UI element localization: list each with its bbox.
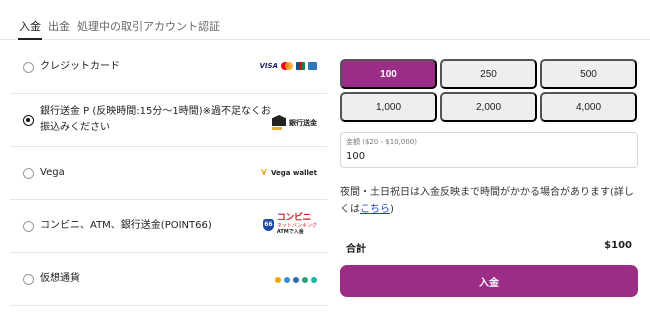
total-label: 合計 [346,244,366,255]
tab-deposit[interactable]: 入金 [19,18,41,34]
visa-logo: VISA [259,62,278,70]
amex-icon [308,62,317,70]
payment-method-vega[interactable]: Vega ⋎ Vega wallet [10,147,327,200]
radio-crypto[interactable] [23,274,34,285]
payment-method-point66[interactable]: コンビニ、ATM、銀行送金(POINT66) 66 コンビニ ネットバンキング … [10,200,327,253]
tab-account-verification[interactable]: アカウント認証 [143,18,220,34]
bank-bar [272,127,282,130]
total-value: $100 [604,240,632,251]
litecoin-icon [293,277,299,283]
method-label: Vega [40,167,65,178]
processing-time-note: 夜間・土日祝日は入金反映まで時間がかかる場合があります(詳しくはこちら) [340,184,642,218]
details-link[interactable]: こちら [360,204,390,215]
convenience-logo-atm: ATMで入金 [276,229,304,235]
method-label: 仮想通貨 [40,273,80,284]
bank-icon [272,115,286,126]
note-tail: ) [390,204,394,215]
amount-button-500[interactable]: 500 [540,59,637,89]
payment-method-credit-card[interactable]: クレジットカード VISA [10,41,327,94]
jcb-icon [296,62,305,70]
crypto-coins-logo [275,277,317,283]
radio-bank-transfer[interactable] [23,115,34,126]
route66-badge-icon: 66 [262,218,274,231]
payment-method-list: クレジットカード VISA 銀行送金 P (反映時間:15分〜1時間)※過不足な… [10,41,327,306]
deposit-panel: 入金 出金 処理中の取引 アカウント認証 クレジットカード VISA 銀行送金 … [0,0,650,317]
method-label: クレジットカード [40,61,120,72]
amount-button-100[interactable]: 100 [340,59,437,89]
amount-button-4000[interactable]: 4,000 [540,92,637,122]
bank-logo-text: 銀行送金 [289,118,317,127]
point66-logo: 66 コンビニ ネットバンキング ATMで入金 [262,213,317,236]
method-label-line-1: 銀行送金 P (反映時間:15分〜1時間)※過不足なくお [40,106,272,117]
method-label: コンビニ、ATM、銀行送金(POINT66) [40,220,212,231]
vega-icon: ⋎ [259,167,268,178]
bank-mark [272,115,286,130]
amount-input[interactable]: 金額 ($20 - $10,000) 100 [340,132,638,168]
method-label: 銀行送金 P (反映時間:15分〜1時間)※過不足なくお 振込みください [40,104,275,136]
tab-withdraw[interactable]: 出金 [48,18,70,34]
deposit-button[interactable]: 入金 [340,265,638,297]
radio-point66[interactable] [23,221,34,232]
amount-input-label: 金額 ($20 - $10,000) [346,138,417,146]
mastercard-icon [281,62,293,70]
amount-button-2000[interactable]: 2,000 [440,92,537,122]
vega-logo-text: Vega wallet [270,168,317,177]
tether-icon [302,277,308,283]
radio-credit-card[interactable] [23,62,34,73]
amount-button-1000[interactable]: 1,000 [340,92,437,122]
amount-button-250[interactable]: 250 [440,59,537,89]
card-brands-logo: VISA [260,62,317,70]
tab-pending-transactions[interactable]: 処理中の取引 [77,18,143,34]
bank-transfer-logo: 銀行送金 [272,115,317,130]
convenience-logo-title: コンビニ [276,213,312,223]
ethereum-icon [311,277,317,283]
amount-input-value[interactable]: 100 [346,151,365,162]
payment-method-crypto[interactable]: 仮想通貨 [10,253,327,306]
payment-method-bank-transfer[interactable]: 銀行送金 P (反映時間:15分〜1時間)※過不足なくお 振込みください 銀行送… [10,94,327,147]
ripple-icon [284,277,290,283]
bitcoin-icon [275,277,281,283]
method-label-line-2: 振込みください [40,122,110,133]
active-tab-indicator [18,38,42,40]
convenience-logo: コンビニ ネットバンキング ATMで入金 [276,213,317,236]
tab-bar: 入金 出金 処理中の取引 アカウント認証 [0,0,650,40]
vega-wallet-logo: ⋎ Vega wallet [260,167,317,178]
radio-vega[interactable] [23,168,34,179]
